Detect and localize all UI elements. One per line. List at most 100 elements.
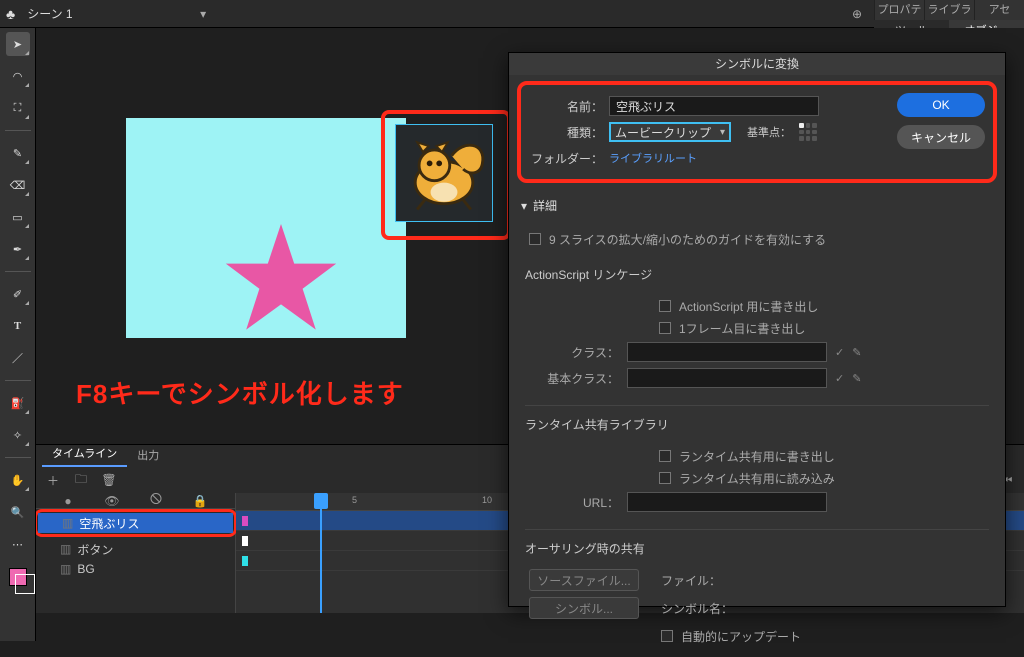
folder-label: フォルダー： [531, 150, 603, 167]
line-tool[interactable]: ／ [6, 346, 30, 370]
delete-layer-icon[interactable]: 🗑 [100, 473, 118, 487]
fit-stage-icon[interactable]: ⊕ [848, 7, 866, 21]
rt-export-label: ランタイム共有用に書き出し [679, 448, 835, 465]
lock-toggle-icon[interactable]: 🔒 [192, 494, 208, 508]
outline-toggle-icon[interactable]: 🛇 [148, 493, 164, 511]
eyedropper-tool[interactable]: ✐ [6, 282, 30, 306]
rt-export-checkbox[interactable] [659, 450, 671, 462]
chevron-down-icon: ▾ [521, 199, 527, 213]
base-class-input[interactable] [627, 368, 827, 388]
check-icon[interactable]: ✓ [835, 372, 844, 385]
visibility-toggle-icon[interactable]: 👁 [104, 494, 120, 508]
as-frame1-checkbox[interactable] [659, 322, 671, 334]
highlight-toggle-icon[interactable]: ● [60, 494, 76, 508]
stage[interactable] [126, 118, 406, 338]
layer-name: BG [77, 562, 94, 576]
keyframe[interactable] [242, 556, 248, 566]
symbol-preview[interactable] [395, 124, 493, 222]
caption: F8キーでシンボル化します [76, 374, 404, 411]
ruler-tick: 5 [352, 495, 357, 505]
ok-button[interactable]: OK [897, 93, 985, 117]
convert-to-symbol-dialog: シンボルに変換 OK キャンセル 名前： 種類： ムービークリップ 基準点： フ… [508, 52, 1006, 607]
registration-label: 基準点： [747, 124, 791, 140]
layer-name: 空飛ぶリス [79, 515, 139, 532]
text-tool[interactable]: T [6, 314, 30, 338]
tab-assets[interactable]: アセ [974, 0, 1024, 20]
sep [5, 271, 31, 272]
advanced-toggle[interactable]: ▾ 詳細 [509, 189, 1005, 222]
nine-slice-checkbox[interactable] [529, 233, 541, 245]
name-input[interactable] [609, 96, 819, 116]
base-class-label: 基本クラス： [529, 370, 619, 387]
registration-grid[interactable] [797, 121, 819, 143]
selection-tool[interactable]: ➤ [6, 32, 30, 56]
tab-properties[interactable]: プロパティ [874, 0, 924, 20]
layer-icon: ▥ [62, 516, 73, 530]
layer-row[interactable]: ▥ 空飛ぶリス [38, 513, 233, 533]
scene-name[interactable] [23, 4, 186, 24]
nine-slice-label: 9 スライスの拡大/縮小のためのガイドを有効にする [549, 231, 826, 248]
more-tools[interactable]: ⋯ [6, 532, 30, 556]
cancel-button[interactable]: キャンセル [897, 125, 985, 149]
dialog-title: シンボルに変換 [509, 53, 1005, 75]
free-transform-tool[interactable]: ⛶ [6, 96, 30, 120]
rectangle-tool[interactable]: ▭ [6, 205, 30, 229]
file-label: ファイル： [661, 572, 985, 589]
paint-bucket-tool[interactable]: ⛽ [6, 391, 30, 415]
url-label: URL： [529, 494, 619, 511]
layer-row[interactable]: ▥ BG [36, 559, 235, 579]
layer-highlight: ▥ 空飛ぶリス [36, 509, 237, 537]
add-layer-icon[interactable]: ＋ [44, 472, 62, 489]
playhead[interactable] [314, 493, 328, 613]
type-select[interactable]: ムービークリップ [609, 122, 731, 142]
brush-tool[interactable]: ✎ [6, 141, 30, 165]
keyframe[interactable] [242, 516, 248, 526]
layer-name: ボタン [77, 541, 113, 558]
edit-icon[interactable]: ✎ [852, 372, 861, 385]
rt-import-checkbox[interactable] [659, 472, 671, 484]
auto-update-checkbox[interactable] [661, 630, 673, 642]
eraser-tool[interactable]: ⌫ [6, 173, 30, 197]
as-frame1-label: 1フレーム目に書き出し [679, 320, 805, 337]
sep [5, 130, 31, 131]
home-icon[interactable]: ♣ [6, 6, 15, 22]
color-swatch[interactable] [9, 568, 27, 586]
layer-row[interactable]: ▥ ボタン [36, 539, 235, 559]
tab-timeline[interactable]: タイムライン [42, 441, 127, 467]
runtime-share-heading: ランタイム共有ライブラリ [509, 410, 1005, 439]
as-linkage-heading: ActionScript リンケージ [509, 260, 1005, 289]
layer-list: ● 👁 🛇 🔒 ▥ 空飛ぶリス ▥ ボタン ▥ BG [36, 493, 236, 613]
pen-tool[interactable]: ✒ [6, 237, 30, 261]
symbol-name-label: シンボル名： [661, 600, 985, 617]
camera-tool[interactable]: ✧ [6, 423, 30, 447]
tab-library[interactable]: ライブラリ [924, 0, 974, 20]
type-label: 種類： [531, 124, 603, 141]
name-label: 名前： [531, 98, 603, 115]
tools-panel: ➤ ◠ ⛶ ✎ ⌫ ▭ ✒ ✐ T ／ ⛽ ✧ ✋ 🔍 ⋯ [0, 28, 36, 641]
symbol-button[interactable]: シンボル... [529, 597, 639, 619]
edit-icon[interactable]: ✎ [852, 346, 861, 359]
right-panel-tabs: プロパティ ライブラリ アセ [874, 0, 1024, 20]
check-icon[interactable]: ✓ [835, 346, 844, 359]
add-folder-icon[interactable]: 🗀 [72, 470, 90, 491]
url-input[interactable] [627, 492, 827, 512]
auto-update-label: 自動的にアップデート [681, 628, 801, 645]
source-file-button[interactable]: ソースファイル... [529, 569, 639, 591]
class-input[interactable] [627, 342, 827, 362]
top-bar: ♣ ▾ ⊕ ✋ ▣ ⟳ ▾ [0, 0, 1024, 28]
zoom-tool[interactable]: 🔍 [6, 500, 30, 524]
selection-highlight [381, 110, 511, 240]
as-export-checkbox[interactable] [659, 300, 671, 312]
layer-icon: ▥ [60, 542, 71, 556]
scene-chevron-icon[interactable]: ▾ [194, 7, 212, 21]
hand-tool[interactable]: ✋ [6, 468, 30, 492]
sep [5, 380, 31, 381]
layer-icon: ▥ [60, 562, 71, 576]
advanced-label: 詳細 [533, 197, 557, 214]
folder-link[interactable]: ライブラリルート [609, 150, 697, 166]
dialog-top-highlight: OK キャンセル 名前： 種類： ムービークリップ 基準点： フォルダー： ライ… [517, 81, 997, 183]
lasso-tool[interactable]: ◠ [6, 64, 30, 88]
tab-output[interactable]: 出力 [127, 443, 169, 467]
class-label: クラス： [529, 344, 619, 361]
keyframe[interactable] [242, 536, 248, 546]
